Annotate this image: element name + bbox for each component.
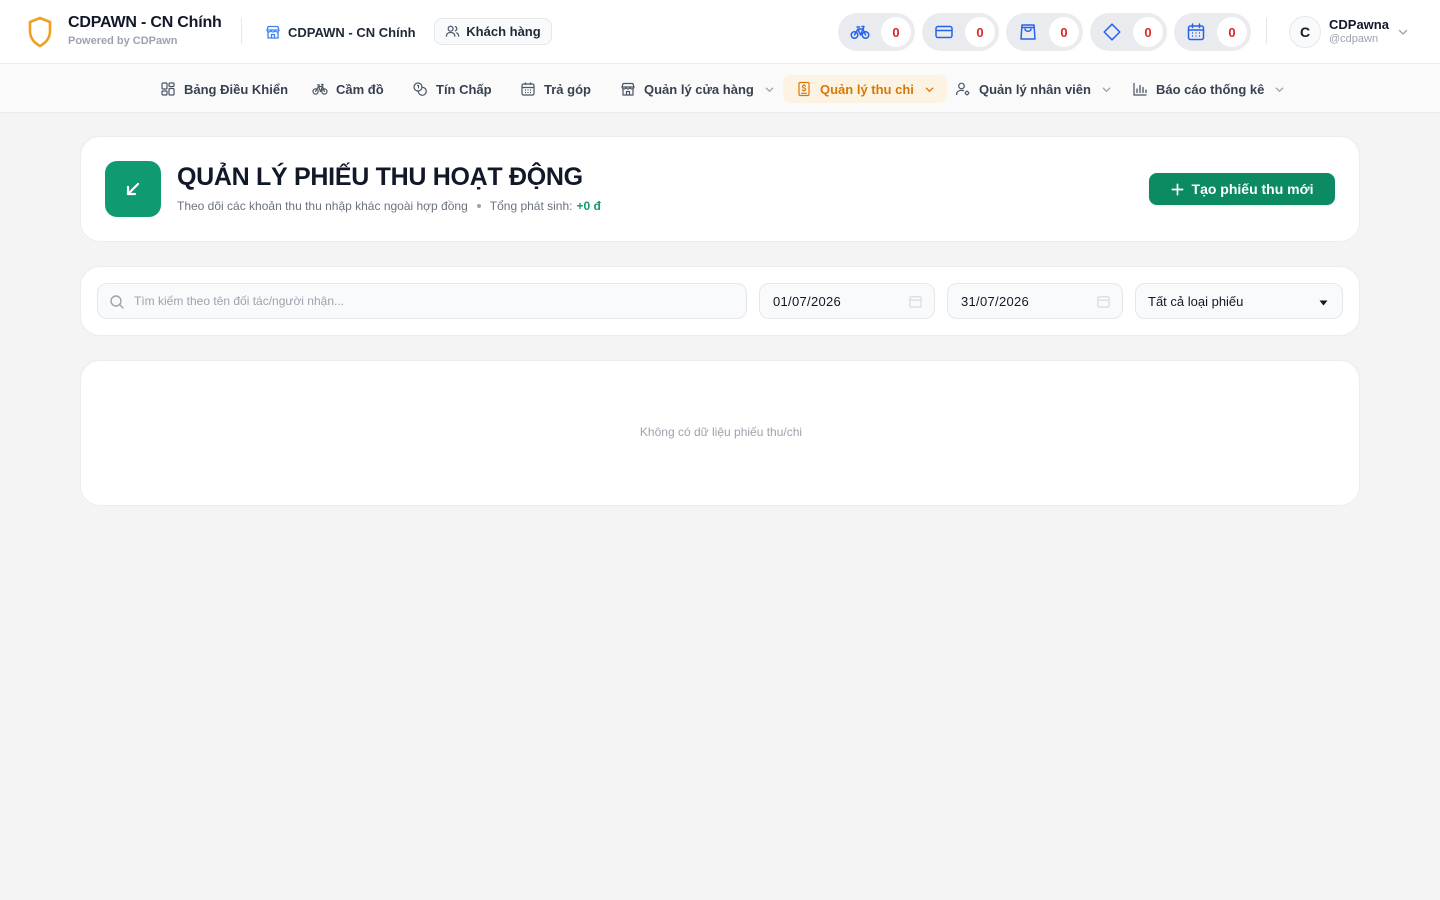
page-title: QUẢN LÝ PHIẾU THU HOẠT ĐỘNG: [177, 163, 583, 191]
counter-shopping-bag[interactable]: 0: [1006, 13, 1083, 51]
receipt-type-value: Tất cả loại phiếu: [1148, 294, 1244, 309]
users-icon: [446, 25, 460, 37]
nav-item-label: Cầm đồ: [336, 81, 384, 97]
chevron-down-icon: [1276, 86, 1284, 92]
shield-logo-icon[interactable]: [27, 16, 53, 48]
counter-credit-card[interactable]: 0: [922, 13, 999, 51]
store-icon: [266, 25, 280, 39]
page-subtitle-row: Theo dõi các khoản thu thu nhập khác ngo…: [177, 199, 601, 213]
nav-item-pawn[interactable]: Cầm đồ: [312, 75, 384, 103]
empty-state-message: Không có dữ liệu phiếu thu/chi: [639, 425, 803, 439]
counter-badge: 0: [881, 17, 911, 47]
diamond-icon: [1103, 23, 1121, 41]
bicycle-icon: [312, 83, 328, 95]
filters-card: 01/07/2026 31/07/2026 Tất cả loại phiếu: [80, 266, 1360, 336]
chevron-down-icon: [1102, 86, 1111, 92]
counter-badge: 0: [965, 17, 995, 47]
nav-item-installment[interactable]: Trả góp: [520, 75, 591, 103]
branch-name: CDPAWN - CN Chính: [288, 24, 416, 40]
nav-item-dashboard[interactable]: Bảng Điều Khiển: [160, 75, 288, 103]
search-input[interactable]: [134, 284, 734, 318]
nav-item-label: Tín Chấp: [436, 81, 492, 97]
date-to-value: 31/07/2026: [961, 294, 1030, 309]
nav-item-label: Quản lý thu chi: [820, 81, 914, 97]
top-header: CDPAWN - CN Chính Powered by CDPawn CDPA…: [0, 0, 1440, 64]
separator-dot: [476, 204, 481, 208]
user-name[interactable]: CDPawna: [1329, 17, 1389, 32]
brand-title[interactable]: CDPAWN - CN Chính: [68, 14, 222, 32]
calendar-icon: [521, 82, 535, 96]
results-card: Không có dữ liệu phiếu thu/chi: [80, 360, 1360, 506]
date-to-field[interactable]: 31/07/2026: [947, 283, 1123, 319]
main-nav: Bảng Điều Khiển Cầm đồ Tín Chấp Trả góp …: [0, 64, 1440, 113]
bicycle-icon: [850, 25, 870, 40]
nav-item-unsecured-loan[interactable]: Tín Chấp: [412, 75, 492, 103]
counter-pawn-bike[interactable]: 0: [838, 13, 915, 51]
user-cog-icon: [955, 82, 970, 96]
nav-item-label: Quản lý nhân viên: [979, 81, 1091, 97]
nav-item-reports[interactable]: Báo cáo thống kê: [1132, 75, 1285, 103]
header-divider: [1266, 18, 1267, 44]
coins-icon: [413, 82, 427, 96]
arrow-down-left-icon: [105, 161, 161, 217]
shopping-bag-icon: [1020, 24, 1036, 40]
nav-item-label: Bảng Điều Khiển: [184, 81, 289, 97]
counter-badge: 0: [1133, 17, 1163, 47]
chevron-down-icon[interactable]: [1397, 26, 1409, 38]
credit-card-icon: [935, 25, 953, 39]
nav-item-label: Báo cáo thống kê: [1156, 81, 1265, 97]
date-from-field[interactable]: 01/07/2026: [759, 283, 935, 319]
bar-chart-icon: [1133, 83, 1147, 96]
receipt-type-select[interactable]: Tất cả loại phiếu: [1135, 283, 1343, 319]
calendar-icon[interactable]: [1097, 295, 1110, 308]
nav-item-store-management[interactable]: Quản lý cửa hàng: [620, 75, 775, 103]
create-receipt-label: Tạo phiếu thu mới: [1191, 181, 1314, 197]
brand-subtitle: Powered by CDPawn: [68, 35, 178, 47]
page-subtitle: Theo dõi các khoản thu thu nhập khác ngo…: [177, 199, 468, 213]
counter-badge: 0: [1217, 17, 1247, 47]
customers-label: Khách hàng: [466, 24, 541, 39]
calendar-icon[interactable]: [909, 295, 922, 308]
search-icon: [110, 295, 124, 309]
counter-badge: 0: [1049, 17, 1079, 47]
customers-button[interactable]: Khách hàng: [434, 18, 552, 45]
chevron-down-icon: [765, 86, 774, 92]
total-value: +0 đ: [576, 199, 601, 213]
nav-item-label: Quản lý cửa hàng: [644, 81, 754, 97]
store-icon: [621, 82, 635, 96]
page-header-card: QUẢN LÝ PHIẾU THU HOẠT ĐỘNG Theo dõi các…: [80, 136, 1360, 242]
total-label: Tổng phát sinh:: [489, 199, 573, 213]
date-from-value: 01/07/2026: [773, 294, 842, 309]
nav-item-label: Trả góp: [544, 81, 591, 97]
chevron-down-icon: [925, 86, 934, 92]
nav-item-staff-management[interactable]: Quản lý nhân viên: [955, 75, 1112, 103]
plus-icon: [1171, 183, 1183, 195]
dashboard-grid-icon: [161, 82, 175, 96]
header-divider: [241, 18, 242, 44]
avatar[interactable]: C: [1289, 16, 1321, 48]
nav-item-income-expense[interactable]: Quản lý thu chi: [783, 75, 947, 103]
calendar-icon: [1187, 23, 1205, 41]
create-receipt-button[interactable]: Tạo phiếu thu mới: [1149, 173, 1335, 205]
user-handle: @cdpawn: [1329, 33, 1379, 45]
receipt-dollar-icon: [798, 81, 810, 97]
counter-calendar[interactable]: 0: [1174, 13, 1251, 51]
caret-down-icon: [1319, 300, 1328, 306]
branch-selector[interactable]: CDPAWN - CN Chính: [265, 22, 416, 42]
counter-diamond[interactable]: 0: [1090, 13, 1167, 51]
search-box[interactable]: [97, 283, 747, 319]
